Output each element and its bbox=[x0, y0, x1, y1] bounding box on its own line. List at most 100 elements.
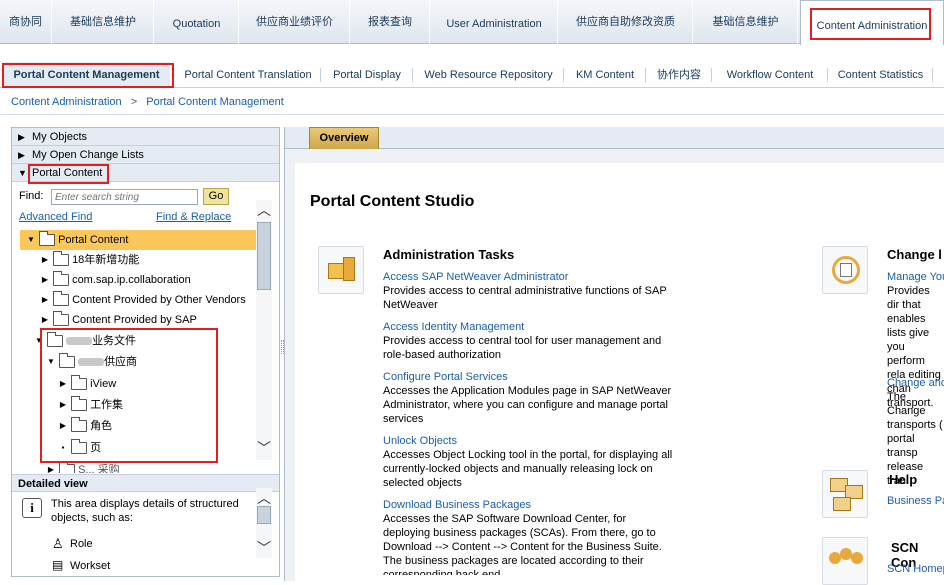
top-tab-1[interactable]: 基础信息维护 bbox=[53, 0, 154, 44]
go-button[interactable]: Go bbox=[203, 188, 229, 205]
navigation-panel: ▶ My Objects ▶ My Open Change Lists ▼ Porta… bbox=[11, 127, 280, 577]
tree-scrollbar[interactable]: ︿ ﹀ bbox=[256, 200, 272, 460]
scroll-up-icon[interactable]: ︿ bbox=[256, 200, 272, 220]
detailed-view-header: Detailed view bbox=[12, 474, 279, 492]
highlight-box bbox=[2, 63, 174, 88]
section-label: My Objects bbox=[32, 131, 88, 143]
breadcrumb-link-content-administration[interactable]: Content Administration bbox=[11, 96, 122, 108]
advanced-find-link[interactable]: Advanced Find bbox=[19, 211, 92, 223]
admin-tasks-title: Administration Tasks bbox=[383, 247, 515, 262]
tree-item-18-new-features[interactable]: ▶ 18年新增功能 bbox=[20, 250, 256, 270]
breadcrumb: Content Administration > Portal Content … bbox=[0, 89, 944, 115]
change-management-title: Change l bbox=[887, 247, 942, 262]
tree-label: com.sap.ip.collaboration bbox=[72, 274, 191, 286]
overview-panel: Overview Portal Content Studio Administr… bbox=[284, 127, 944, 585]
sub-tab-km-content[interactable]: KM Content bbox=[569, 62, 641, 88]
detail-scrollbar[interactable]: ︿ ﹀ bbox=[256, 488, 272, 558]
section-label: My Open Change Lists bbox=[32, 149, 144, 161]
sub-tab-workflow-content[interactable]: Workflow Content bbox=[717, 62, 823, 88]
divider bbox=[645, 68, 646, 82]
divider bbox=[412, 68, 413, 82]
tree-item-portal-content[interactable]: ▼ Portal Content bbox=[20, 230, 256, 250]
section-my-open-change-lists[interactable]: ▶ My Open Change Lists bbox=[12, 146, 279, 164]
expand-icon[interactable]: ▶ bbox=[40, 270, 50, 290]
link-access-netweaver-admin[interactable]: Access SAP NetWeaver Administrator bbox=[383, 271, 568, 283]
scroll-down-icon[interactable]: ﹀ bbox=[256, 438, 272, 458]
link-configure-portal-services[interactable]: Configure Portal Services bbox=[383, 371, 508, 383]
divider bbox=[563, 68, 564, 82]
link-access-identity-management[interactable]: Access Identity Management bbox=[383, 321, 524, 333]
workset-icon: ▤ bbox=[52, 558, 64, 572]
tab-overview[interactable]: Overview bbox=[309, 127, 379, 149]
desc-configure-portal-services: Accesses the Application Modules page in… bbox=[383, 385, 672, 425]
detailed-view-text: This area displays details of structured… bbox=[51, 498, 239, 524]
admin-tasks-icon bbox=[318, 246, 364, 294]
tree-item-other-vendors[interactable]: ▶ Content Provided by Other Vendors bbox=[20, 290, 256, 310]
desc-netweaver-admin: Provides access to central administrativ… bbox=[383, 285, 667, 311]
expand-icon[interactable]: ▶ bbox=[40, 250, 50, 270]
tree-label: Content Provided by Other Vendors bbox=[72, 294, 246, 306]
top-tab-5[interactable]: User Administration bbox=[431, 0, 558, 44]
role-icon: ♙ bbox=[52, 536, 64, 551]
folder-icon bbox=[53, 291, 70, 307]
tree-item-collaboration[interactable]: ▶ com.sap.ip.collaboration bbox=[20, 270, 256, 290]
sub-tab-content-statistics[interactable]: Content Statistics bbox=[833, 62, 928, 88]
top-tab-0[interactable]: 商协同 bbox=[0, 0, 52, 44]
tree-label: Portal Content bbox=[58, 234, 129, 246]
top-tab-4[interactable]: 报表查询 bbox=[351, 0, 430, 44]
collapse-icon: ▼ bbox=[18, 168, 27, 178]
scroll-down-icon[interactable]: ﹀ bbox=[256, 538, 272, 558]
divider bbox=[711, 68, 712, 82]
sub-tab-web-resource-repository[interactable]: Web Resource Repository bbox=[418, 62, 559, 88]
scn-community-icon bbox=[822, 537, 868, 585]
search-input[interactable] bbox=[51, 189, 198, 205]
expand-icon[interactable]: ▶ bbox=[40, 290, 50, 310]
tab-strip bbox=[285, 127, 944, 149]
desc-unlock-objects: Accesses Object Locking tool in the port… bbox=[383, 449, 673, 489]
find-replace-link[interactable]: Find & Replace bbox=[156, 211, 231, 223]
folder-icon bbox=[53, 251, 70, 267]
find-label: Find: bbox=[19, 190, 44, 202]
top-tab-3[interactable]: 供应商业绩评价 bbox=[240, 0, 350, 44]
top-tab-7[interactable]: 基础信息维护 bbox=[694, 0, 798, 44]
folder-icon bbox=[59, 461, 76, 473]
divider bbox=[827, 68, 828, 82]
link-manage-change-lists[interactable]: Manage You bbox=[887, 271, 944, 283]
tree-item-sap-content[interactable]: ▶ Content Provided by SAP bbox=[20, 310, 256, 330]
sub-tab-portal-content-translation[interactable]: Portal Content Translation bbox=[180, 62, 316, 88]
tree-label: 18年新增功能 bbox=[72, 254, 140, 266]
desc-identity-management: Provides access to central tool for user… bbox=[383, 335, 662, 361]
folder-icon bbox=[53, 311, 70, 327]
detail-item-workset: Workset bbox=[70, 560, 111, 572]
link-business-packages-help[interactable]: Business Pa bbox=[887, 495, 944, 507]
collapse-icon[interactable]: ▼ bbox=[26, 230, 36, 250]
link-unlock-objects[interactable]: Unlock Objects bbox=[383, 435, 457, 447]
help-icon bbox=[822, 470, 868, 518]
sub-tab-collab-content[interactable]: 协作内容 bbox=[651, 62, 707, 88]
folder-icon bbox=[53, 271, 70, 287]
breadcrumb-separator: > bbox=[130, 96, 138, 108]
tree-label: Content Provided by SAP bbox=[72, 314, 197, 326]
scroll-thumb[interactable] bbox=[257, 222, 271, 290]
highlight-box bbox=[40, 328, 218, 463]
expand-icon: ▶ bbox=[18, 150, 25, 160]
tree-label: S... 采购 bbox=[78, 464, 120, 473]
top-tab-bar: 商协同 基础信息维护 Quotation 供应商业绩评价 报表查询 User A… bbox=[0, 0, 944, 45]
divider bbox=[932, 68, 933, 82]
link-scn-homepage[interactable]: SCN Homep bbox=[887, 563, 944, 575]
top-tab-2[interactable]: Quotation bbox=[155, 0, 239, 44]
divider bbox=[320, 68, 321, 82]
highlight-box bbox=[810, 8, 931, 40]
help-title: Help bbox=[889, 472, 918, 487]
highlight-box bbox=[28, 164, 109, 184]
link-change-and-transport[interactable]: Change and bbox=[887, 377, 944, 389]
link-download-business-packages[interactable]: Download Business Packages bbox=[383, 499, 531, 511]
scroll-thumb[interactable] bbox=[257, 506, 271, 524]
desc-download-business-packages: Accesses the SAP Software Download Cente… bbox=[383, 513, 662, 575]
change-management-icon bbox=[822, 246, 868, 294]
sub-tab-portal-display[interactable]: Portal Display bbox=[326, 62, 408, 88]
breadcrumb-current: Portal Content Management bbox=[146, 96, 284, 108]
section-my-objects[interactable]: ▶ My Objects bbox=[12, 128, 279, 146]
top-tab-6[interactable]: 供应商自助修改资质 bbox=[559, 0, 693, 44]
scroll-up-icon[interactable]: ︿ bbox=[256, 488, 272, 508]
